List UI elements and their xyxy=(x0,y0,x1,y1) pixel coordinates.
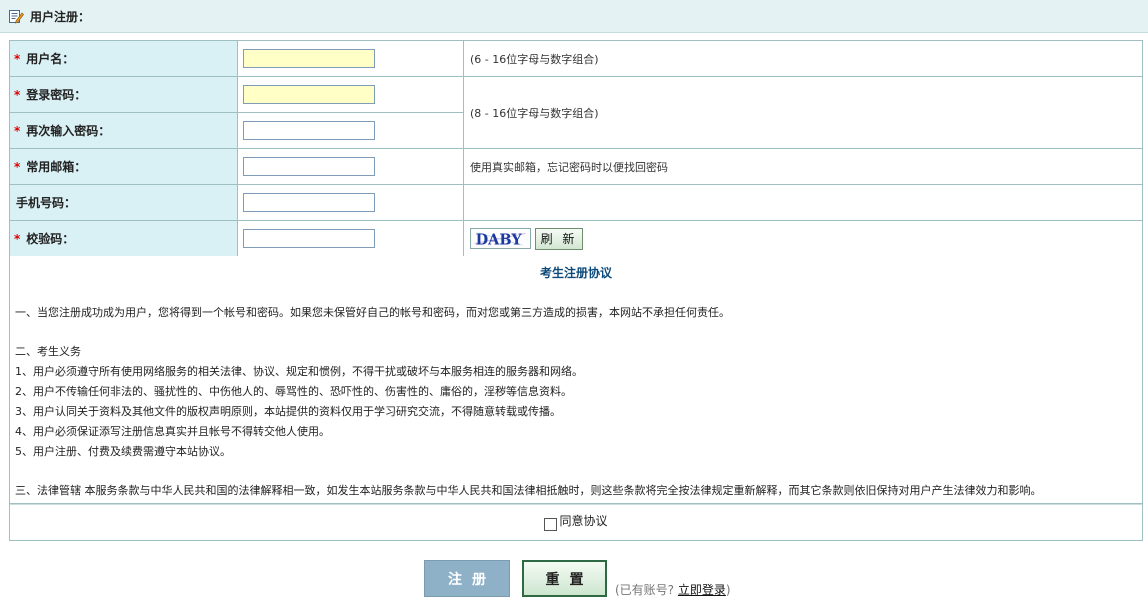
captcha-label-cell: * 校验码： xyxy=(9,220,238,257)
confirm-password-label-cell: * 再次输入密码： xyxy=(9,112,238,149)
edit-document-icon xyxy=(9,10,24,24)
password-input[interactable] xyxy=(243,85,375,104)
agreement-panel: 考生注册协议 一、当您注册成功成为用户，您将得到一个帐号和密码。如果您未保管好自… xyxy=(9,256,1143,504)
username-label: 用户名： xyxy=(26,52,75,66)
agreement-line: 1、用户必须遵守所有使用网络服务的相关法律、协议、规定和惯例，不得干扰或破坏与本… xyxy=(15,365,583,378)
agreement-line: 二、考生义务 xyxy=(15,345,81,358)
phone-input[interactable] xyxy=(243,193,375,212)
captcha-image[interactable]: DABY xyxy=(470,228,531,249)
required-mark: * xyxy=(14,160,21,174)
captcha-text: DABY xyxy=(476,231,523,248)
refresh-captcha-button[interactable]: 刷 新 xyxy=(535,227,583,250)
agreement-line: 2、用户不传输任何非法的、骚扰性的、中伤他人的、辱骂性的、恐吓性的、伤害性的、庸… xyxy=(15,385,572,398)
form-row-password: * 登录密码： (8 - 16位字母与数字组合) xyxy=(9,76,1143,149)
form-row-captcha: * 校验码： DABY 刷 新 xyxy=(9,220,1143,257)
register-button[interactable]: 注册 xyxy=(424,560,510,597)
required-mark: * xyxy=(14,232,21,246)
required-mark: * xyxy=(14,88,21,102)
agreement-line: 一、当您注册成功成为用户，您将得到一个帐号和密码。如果您未保管好自己的帐号和密码… xyxy=(15,306,730,319)
email-input[interactable] xyxy=(243,157,375,176)
captcha-input[interactable] xyxy=(243,229,375,248)
email-label: 常用邮箱： xyxy=(26,160,87,174)
email-hint: 使用真实邮箱，忘记密码时以便找回密码 xyxy=(463,148,1143,185)
registration-form: * 用户名： (6 - 16位字母与数字组合) * 登录密码： (8 - 16位字母… xyxy=(9,40,1143,257)
captcha-cell: DABY 刷 新 xyxy=(463,220,1143,257)
agree-checkbox[interactable] xyxy=(544,518,558,531)
email-label-cell: * 常用邮箱： xyxy=(9,148,238,185)
username-input[interactable] xyxy=(243,49,375,68)
agreement-line: 5、用户注册、付费及续费需遵守本站协议。 xyxy=(15,445,231,458)
reset-button[interactable]: 重置 xyxy=(522,560,607,597)
required-mark: * xyxy=(14,52,21,66)
captcha-label: 校验码： xyxy=(26,232,75,246)
agree-label[interactable]: 同意协议 xyxy=(559,512,607,529)
username-hint: (6 - 16位字母与数字组合) xyxy=(463,40,1143,77)
confirm-password-label: 再次输入密码： xyxy=(26,124,111,138)
login-prompt-prefix: (已有账号? xyxy=(615,583,675,597)
phone-label-cell: 手机号码： xyxy=(9,184,238,221)
confirm-password-input[interactable] xyxy=(243,121,375,140)
login-prompt-suffix: ) xyxy=(725,583,731,597)
agreement-line: 三、法律管辖 本服务条款与中华人民共和国的法律解释相一致，如发生本站服务条款与中… xyxy=(15,484,1042,497)
agree-row: 同意协议 xyxy=(9,504,1143,541)
username-label-cell: * 用户名： xyxy=(9,40,238,77)
password-label: 登录密码： xyxy=(26,88,87,102)
form-row-email: * 常用邮箱： 使用真实邮箱，忘记密码时以便找回密码 xyxy=(9,148,1143,185)
login-prompt: (已有账号? 立即登录) xyxy=(615,581,731,598)
phone-label: 手机号码： xyxy=(16,196,77,210)
login-link[interactable]: 立即登录 xyxy=(678,583,726,597)
form-row-phone: 手机号码： xyxy=(9,184,1143,221)
agreement-title: 考生注册协议 xyxy=(539,266,612,280)
agreement-line: 3、用户认同关于资料及其他文件的版权声明原则，本站提供的资料仅用于学习研究交流，… xyxy=(15,405,561,418)
agreement-line: 4、用户必须保证添写注册信息真实并且帐号不得转交他人使用。 xyxy=(15,425,330,438)
page-header: 用户注册： xyxy=(0,0,1148,33)
form-row-username: * 用户名： (6 - 16位字母与数字组合) xyxy=(9,40,1143,77)
page-title: 用户注册： xyxy=(30,9,91,24)
required-mark: * xyxy=(14,124,21,138)
password-label-cell: * 登录密码： xyxy=(9,76,238,113)
password-hint: (8 - 16位字母与数字组合) xyxy=(463,76,1143,149)
phone-hint xyxy=(463,184,1143,221)
